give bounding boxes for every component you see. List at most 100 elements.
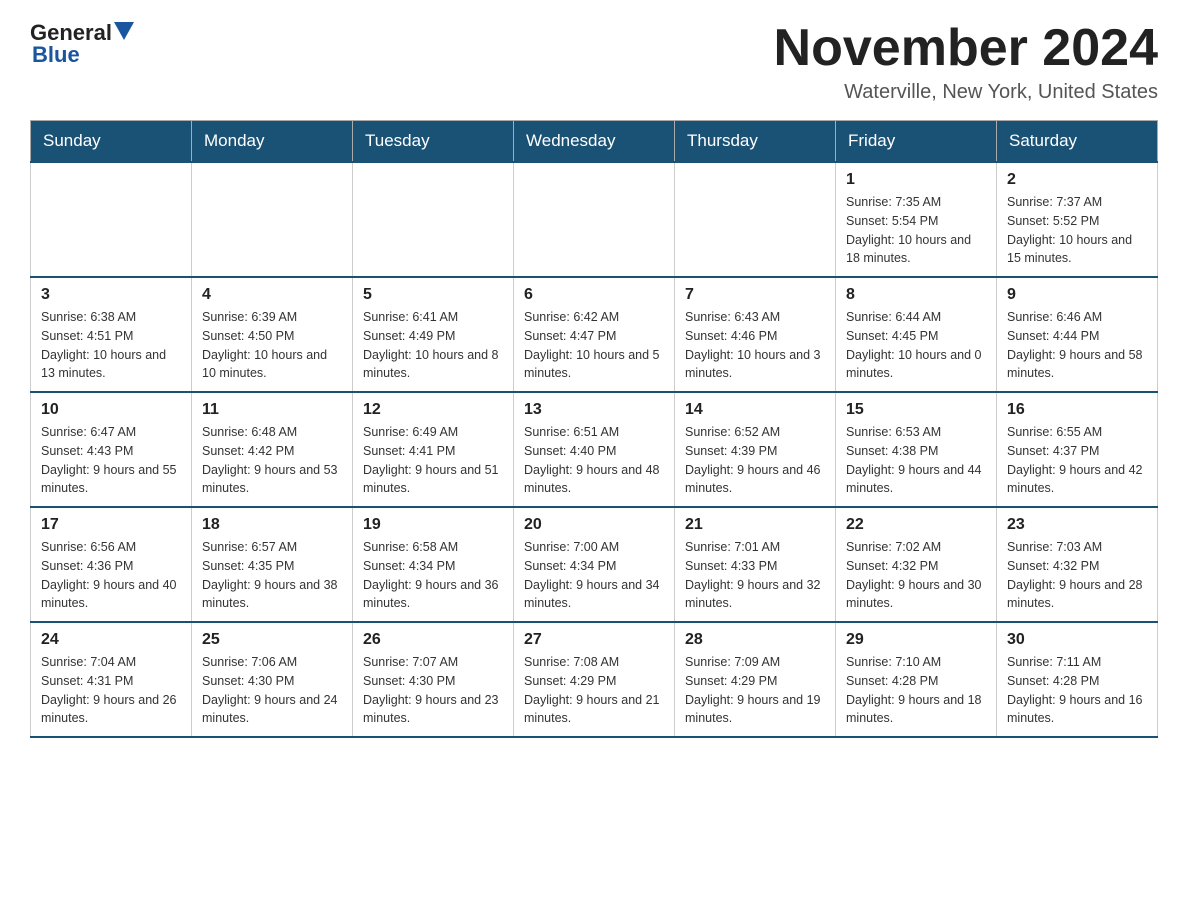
day-info: Sunrise: 7:11 AMSunset: 4:28 PMDaylight:…: [1007, 653, 1147, 728]
calendar-cell: 21 Sunrise: 7:01 AMSunset: 4:33 PMDayligh…: [675, 507, 836, 622]
calendar-week-row: 3Sunrise: 6:38 AMSunset: 4:51 PMDaylight…: [31, 277, 1158, 392]
calendar-week-row: 17 Sunrise: 6:56 AMSunset: 4:36 PMDayligh…: [31, 507, 1158, 622]
month-title: November 2024: [774, 20, 1158, 77]
day-number: 6: [524, 286, 664, 304]
calendar-cell: 18Sunrise: 6:57 AMSunset: 4:35 PMDayligh…: [192, 507, 353, 622]
day-number: 29: [846, 631, 986, 649]
day-number: 20: [524, 516, 664, 534]
day-number: 2: [1007, 171, 1147, 189]
calendar-cell: 6 Sunrise: 6:42 AMSunset: 4:47 PMDaylight…: [514, 277, 675, 392]
day-number: 1: [846, 171, 986, 189]
calendar-cell: 16 Sunrise: 6:55 AMSunset: 4:37 PMDayligh…: [997, 392, 1158, 507]
calendar-cell: [675, 162, 836, 277]
day-number: 7: [685, 286, 825, 304]
calendar-table: SundayMondayTuesdayWednesdayThursdayFrid…: [30, 120, 1158, 738]
day-info: Sunrise: 6:44 AMSunset: 4:45 PMDaylight:…: [846, 308, 986, 383]
calendar-cell: 14 Sunrise: 6:52 AMSunset: 4:39 PMDayligh…: [675, 392, 836, 507]
calendar-cell: 8 Sunrise: 6:44 AMSunset: 4:45 PMDaylight…: [836, 277, 997, 392]
day-number: 25: [202, 631, 342, 649]
calendar-header-row: SundayMondayTuesdayWednesdayThursdayFrid…: [31, 121, 1158, 163]
location-subtitle: Waterville, New York, United States: [774, 81, 1158, 104]
calendar-cell: 3Sunrise: 6:38 AMSunset: 4:51 PMDaylight…: [31, 277, 192, 392]
day-info: Sunrise: 7:10 AMSunset: 4:28 PMDaylight:…: [846, 653, 986, 728]
day-info: Sunrise: 7:04 AMSunset: 4:31 PMDaylight:…: [41, 653, 181, 728]
day-info: Sunrise: 6:49 AMSunset: 4:41 PMDaylight:…: [363, 423, 503, 498]
calendar-cell: 27 Sunrise: 7:08 AMSunset: 4:29 PMDayligh…: [514, 622, 675, 737]
calendar-cell: 22Sunrise: 7:02 AMSunset: 4:32 PMDayligh…: [836, 507, 997, 622]
logo-triangle-icon: [114, 22, 134, 40]
day-info: Sunrise: 6:48 AMSunset: 4:42 PMDaylight:…: [202, 423, 342, 498]
calendar-cell: 10 Sunrise: 6:47 AMSunset: 4:43 PMDayligh…: [31, 392, 192, 507]
calendar-cell: 20 Sunrise: 7:00 AMSunset: 4:34 PMDayligh…: [514, 507, 675, 622]
calendar-cell: 28Sunrise: 7:09 AMSunset: 4:29 PMDayligh…: [675, 622, 836, 737]
day-info: Sunrise: 7:03 AMSunset: 4:32 PMDaylight:…: [1007, 538, 1147, 613]
logo: General Blue: [30, 20, 134, 68]
day-info: Sunrise: 6:42 AMSunset: 4:47 PMDaylight:…: [524, 308, 664, 383]
day-number: 9: [1007, 286, 1147, 304]
title-block: November 2024 Waterville, New York, Unit…: [774, 20, 1158, 104]
calendar-cell: 25 Sunrise: 7:06 AMSunset: 4:30 PMDayligh…: [192, 622, 353, 737]
calendar-cell: 7 Sunrise: 6:43 AMSunset: 4:46 PMDaylight…: [675, 277, 836, 392]
day-number: 16: [1007, 401, 1147, 419]
day-number: 23: [1007, 516, 1147, 534]
day-number: 27: [524, 631, 664, 649]
calendar-cell: 1Sunrise: 7:35 AMSunset: 5:54 PMDaylight…: [836, 162, 997, 277]
day-number: 3: [41, 286, 181, 304]
calendar-cell: 24 Sunrise: 7:04 AMSunset: 4:31 PMDayligh…: [31, 622, 192, 737]
day-number: 10: [41, 401, 181, 419]
day-info: Sunrise: 6:47 AMSunset: 4:43 PMDaylight:…: [41, 423, 181, 498]
calendar-cell: [353, 162, 514, 277]
day-info: Sunrise: 7:37 AMSunset: 5:52 PMDaylight:…: [1007, 193, 1147, 268]
calendar-weekday-thursday: Thursday: [675, 121, 836, 163]
day-info: Sunrise: 6:55 AMSunset: 4:37 PMDaylight:…: [1007, 423, 1147, 498]
day-number: 5: [363, 286, 503, 304]
day-info: Sunrise: 7:06 AMSunset: 4:30 PMDaylight:…: [202, 653, 342, 728]
day-number: 12: [363, 401, 503, 419]
day-info: Sunrise: 6:39 AMSunset: 4:50 PMDaylight:…: [202, 308, 342, 383]
day-info: Sunrise: 6:57 AMSunset: 4:35 PMDaylight:…: [202, 538, 342, 613]
day-number: 30: [1007, 631, 1147, 649]
day-info: Sunrise: 6:41 AMSunset: 4:49 PMDaylight:…: [363, 308, 503, 383]
day-info: Sunrise: 6:52 AMSunset: 4:39 PMDaylight:…: [685, 423, 825, 498]
day-info: Sunrise: 6:43 AMSunset: 4:46 PMDaylight:…: [685, 308, 825, 383]
day-info: Sunrise: 7:01 AMSunset: 4:33 PMDaylight:…: [685, 538, 825, 613]
calendar-cell: 15Sunrise: 6:53 AMSunset: 4:38 PMDayligh…: [836, 392, 997, 507]
calendar-week-row: 10 Sunrise: 6:47 AMSunset: 4:43 PMDayligh…: [31, 392, 1158, 507]
calendar-cell: 5 Sunrise: 6:41 AMSunset: 4:49 PMDaylight…: [353, 277, 514, 392]
day-info: Sunrise: 6:51 AMSunset: 4:40 PMDaylight:…: [524, 423, 664, 498]
day-info: Sunrise: 7:08 AMSunset: 4:29 PMDaylight:…: [524, 653, 664, 728]
calendar-weekday-tuesday: Tuesday: [353, 121, 514, 163]
calendar-weekday-friday: Friday: [836, 121, 997, 163]
calendar-cell: 17 Sunrise: 6:56 AMSunset: 4:36 PMDayligh…: [31, 507, 192, 622]
day-number: 21: [685, 516, 825, 534]
day-number: 15: [846, 401, 986, 419]
calendar-cell: 13 Sunrise: 6:51 AMSunset: 4:40 PMDayligh…: [514, 392, 675, 507]
day-info: Sunrise: 7:00 AMSunset: 4:34 PMDaylight:…: [524, 538, 664, 613]
calendar-cell: 2 Sunrise: 7:37 AMSunset: 5:52 PMDaylight…: [997, 162, 1158, 277]
day-info: Sunrise: 7:07 AMSunset: 4:30 PMDaylight:…: [363, 653, 503, 728]
day-number: 14: [685, 401, 825, 419]
day-number: 13: [524, 401, 664, 419]
calendar-weekday-wednesday: Wednesday: [514, 121, 675, 163]
calendar-weekday-monday: Monday: [192, 121, 353, 163]
calendar-cell: 19Sunrise: 6:58 AMSunset: 4:34 PMDayligh…: [353, 507, 514, 622]
calendar-cell: 4Sunrise: 6:39 AMSunset: 4:50 PMDaylight…: [192, 277, 353, 392]
day-number: 28: [685, 631, 825, 649]
calendar-cell: 29 Sunrise: 7:10 AMSunset: 4:28 PMDayligh…: [836, 622, 997, 737]
day-number: 17: [41, 516, 181, 534]
day-info: Sunrise: 6:58 AMSunset: 4:34 PMDaylight:…: [363, 538, 503, 613]
day-number: 8: [846, 286, 986, 304]
calendar-cell: 30 Sunrise: 7:11 AMSunset: 4:28 PMDayligh…: [997, 622, 1158, 737]
day-number: 26: [363, 631, 503, 649]
day-number: 11: [202, 401, 342, 419]
calendar-cell: 9 Sunrise: 6:46 AMSunset: 4:44 PMDaylight…: [997, 277, 1158, 392]
calendar-cell: [31, 162, 192, 277]
calendar-weekday-sunday: Sunday: [31, 121, 192, 163]
calendar-week-row: 24 Sunrise: 7:04 AMSunset: 4:31 PMDayligh…: [31, 622, 1158, 737]
logo-text-blue: Blue: [32, 42, 80, 68]
calendar-cell: [514, 162, 675, 277]
calendar-cell: 12 Sunrise: 6:49 AMSunset: 4:41 PMDayligh…: [353, 392, 514, 507]
day-info: Sunrise: 6:46 AMSunset: 4:44 PMDaylight:…: [1007, 308, 1147, 383]
day-number: 24: [41, 631, 181, 649]
day-info: Sunrise: 6:56 AMSunset: 4:36 PMDaylight:…: [41, 538, 181, 613]
